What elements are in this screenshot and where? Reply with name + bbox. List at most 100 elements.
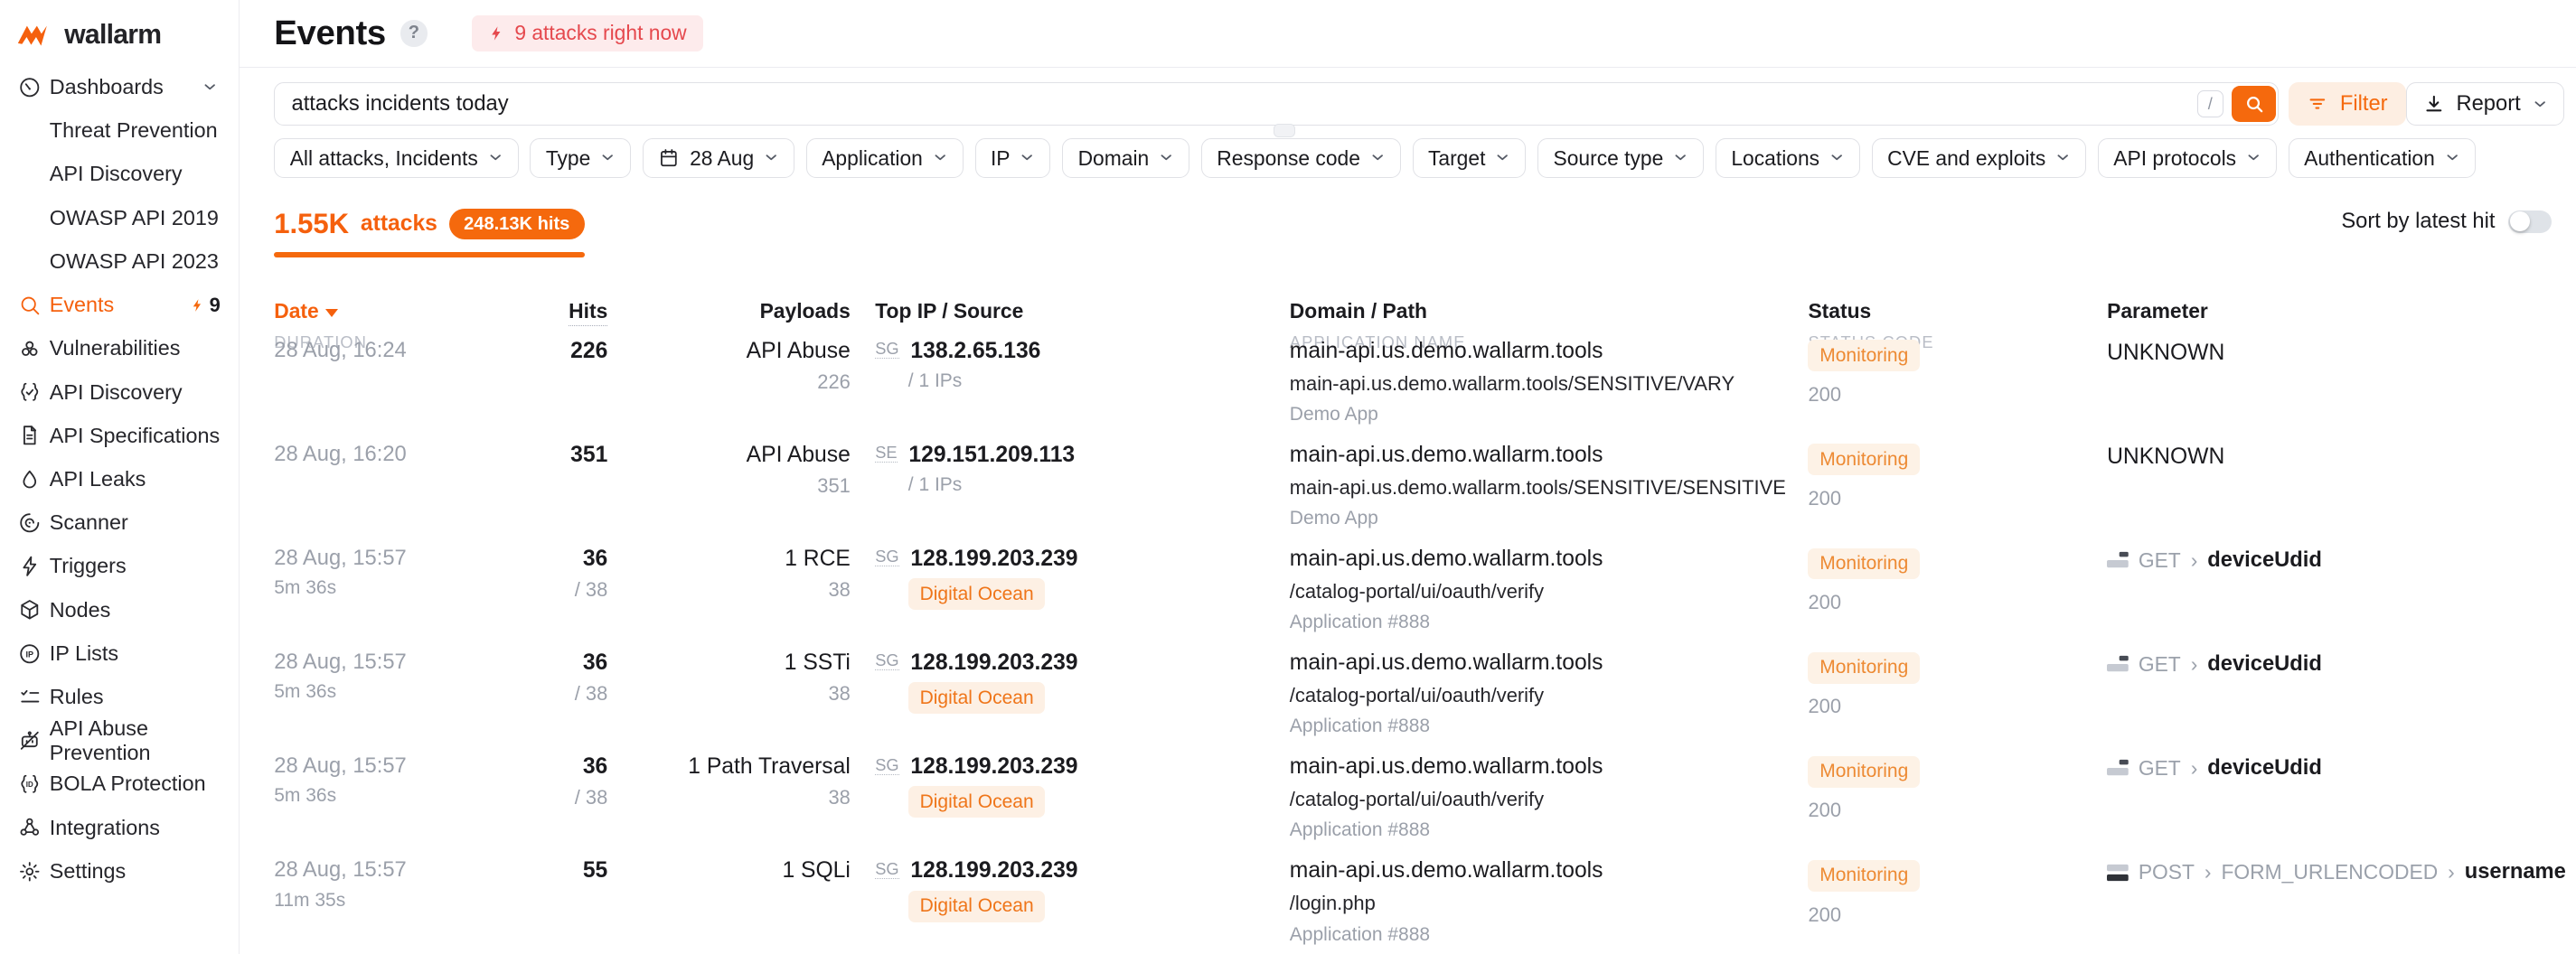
- chevron-right-separator: ›: [2191, 652, 2198, 677]
- source-provider-badge: Digital Ocean: [908, 578, 1046, 610]
- chevron-down-icon: [933, 146, 947, 171]
- ip-count: / 1 IPs: [875, 474, 1075, 496]
- sidebar-item-triggers[interactable]: Triggers: [0, 545, 239, 588]
- chevron-down-icon: [2445, 146, 2459, 171]
- event-date: 28 Aug, 15:57: [274, 754, 407, 779]
- sort-toggle[interactable]: [2508, 210, 2551, 234]
- sidebar-item-settings[interactable]: Settings: [0, 849, 239, 893]
- sidebar-item-dashboards[interactable]: Dashboards: [0, 65, 239, 108]
- bolt-icon: [18, 555, 42, 578]
- column-date[interactable]: Date: [274, 299, 318, 323]
- download-icon: [2423, 93, 2445, 115]
- source-provider-badge: Digital Ocean: [908, 682, 1046, 714]
- page-header: Events ? 9 attacks right now: [240, 0, 2576, 68]
- table-row[interactable]: 28 Aug, 15:57 11m 35s 55 1 SQLi SG128.19…: [240, 858, 2576, 954]
- report-button-label: Report: [2456, 92, 2520, 117]
- status-badge: Monitoring: [1808, 652, 1920, 684]
- event-ip: 128.199.203.239: [910, 547, 1077, 571]
- event-domain: main-api.us.demo.wallarm.tools: [1290, 650, 1603, 676]
- chevron-right-separator: ›: [2191, 756, 2198, 781]
- sidebar: wallarm Dashboards Threat Prevention API…: [0, 0, 240, 954]
- table-row[interactable]: 28 Aug, 16:20 351 API Abuse 351 SE129.15…: [240, 443, 2576, 547]
- sidebar-item-rules[interactable]: Rules: [0, 675, 239, 718]
- event-payload-count: 226: [611, 370, 851, 394]
- table-row[interactable]: 28 Aug, 16:24 226 API Abuse 226 SG138.2.…: [240, 339, 2576, 443]
- chevron-down-icon: [2533, 97, 2547, 111]
- report-button[interactable]: Report: [2406, 82, 2565, 125]
- stats-row: 1.55K attacks 248.13K hits Sort by lates…: [240, 208, 2576, 257]
- param-segment: GET: [2139, 548, 2181, 573]
- param-segment: FORM_URLENCODED: [2221, 860, 2438, 884]
- status-badge: Monitoring: [1808, 548, 1920, 580]
- filter-chip-api-protocols[interactable]: API protocols: [2098, 138, 2277, 178]
- filter-chip-cve-and-exploits[interactable]: CVE and exploits: [1872, 138, 2086, 178]
- toggle-knob: [2510, 211, 2530, 231]
- filter-chip-all-attacks-incidents[interactable]: All attacks, Incidents: [274, 138, 518, 178]
- param-name: deviceUdid: [2207, 756, 2322, 781]
- filter-chip-authentication[interactable]: Authentication: [2289, 138, 2476, 178]
- sidebar-subitem-api-discovery[interactable]: API Discovery: [0, 153, 239, 196]
- filter-chip-response-code[interactable]: Response code: [1201, 138, 1401, 178]
- filter-button-label: Filter: [2340, 92, 2388, 117]
- sidebar-subitem-threat-prevention[interactable]: Threat Prevention: [0, 109, 239, 153]
- sidebar-subitem-owasp-api-2023[interactable]: OWASP API 2023: [0, 239, 239, 283]
- status-code: 200: [1808, 591, 1920, 614]
- event-application: Application #888: [1290, 716, 1603, 737]
- sidebar-item-vulnerabilities[interactable]: Vulnerabilities: [0, 327, 239, 370]
- filter-chip-locations[interactable]: Locations: [1716, 138, 1860, 178]
- event-path: main-api.us.demo.wallarm.tools/SENSITIVE…: [1290, 476, 1786, 500]
- collapse-handle[interactable]: [1274, 124, 1295, 137]
- event-ip: 128.199.203.239: [910, 754, 1077, 779]
- table-row[interactable]: 28 Aug, 15:57 5m 36s 36 / 38 1 RCE 38 SG…: [240, 547, 2576, 650]
- event-hits-total: / 38: [487, 786, 607, 809]
- search-icon: [2244, 94, 2264, 114]
- checklist-icon: [18, 686, 42, 709]
- column-hits[interactable]: Hits: [569, 299, 607, 326]
- sidebar-item-ip-lists[interactable]: IP IP Lists: [0, 631, 239, 675]
- event-hits-total: / 38: [487, 682, 607, 706]
- sort-toggle-group: Sort by latest hit: [2341, 210, 2551, 234]
- sidebar-item-api-leaks[interactable]: API Leaks: [0, 457, 239, 500]
- event-parameter: UNKNOWN: [2107, 341, 2224, 366]
- sidebar-item-api-specifications[interactable]: API Specifications: [0, 414, 239, 457]
- event-payload-count: 38: [611, 682, 851, 706]
- sidebar-item-api-abuse-prevention[interactable]: API Abuse Prevention: [0, 719, 239, 762]
- wallarm-logo-icon: [16, 23, 56, 47]
- attacks-alert-badge[interactable]: 9 attacks right now: [472, 15, 703, 51]
- chevron-right-separator: ›: [2191, 548, 2198, 573]
- status-code: 200: [1808, 799, 1920, 822]
- sidebar-item-nodes[interactable]: Nodes: [0, 588, 239, 631]
- sidebar-item-integrations[interactable]: Integrations: [0, 806, 239, 849]
- attacks-tab[interactable]: 1.55K attacks 248.13K hits: [274, 208, 584, 257]
- help-icon[interactable]: ?: [400, 20, 427, 46]
- filter-chip-domain[interactable]: Domain: [1062, 138, 1189, 178]
- braces-check-icon: [18, 380, 42, 404]
- table-row[interactable]: 28 Aug, 15:57 5m 36s 36 / 38 1 SSTi 38 S…: [240, 650, 2576, 754]
- search-input-wrapper: /: [274, 82, 2279, 125]
- wallarm-logo[interactable]: wallarm: [0, 0, 239, 51]
- filter-chip-target[interactable]: Target: [1413, 138, 1527, 178]
- param-header-icon: [2107, 759, 2129, 777]
- sidebar-item-bola-protection[interactable]: ID BOLA Protection: [0, 762, 239, 806]
- slash-key-hint: /: [2197, 90, 2223, 117]
- filter-chip-type[interactable]: Type: [530, 138, 631, 178]
- sidebar-subitem-owasp-api-2019[interactable]: OWASP API 2019: [0, 196, 239, 239]
- event-ip: 128.199.203.239: [910, 650, 1077, 675]
- sidebar-item-api-discovery[interactable]: API Discovery: [0, 370, 239, 414]
- event-application: Application #888: [1290, 612, 1603, 633]
- search-input[interactable]: [275, 92, 2196, 117]
- active-tab-underline: [274, 252, 584, 257]
- filter-chip-ip[interactable]: IP: [975, 138, 1051, 178]
- filter-chip-28-aug[interactable]: 28 Aug: [643, 138, 794, 178]
- svg-text:IP: IP: [26, 650, 34, 659]
- sidebar-item-scanner[interactable]: Scanner: [0, 501, 239, 545]
- search-button[interactable]: [2232, 86, 2276, 122]
- column-source: Top IP / Source: [875, 299, 1023, 323]
- param-segment: GET: [2139, 756, 2181, 781]
- table-row[interactable]: 28 Aug, 15:57 5m 36s 36 / 38 1 Path Trav…: [240, 754, 2576, 858]
- sidebar-item-events[interactable]: Events 9: [0, 283, 239, 326]
- filter-chip-source-type[interactable]: Source type: [1537, 138, 1704, 178]
- filter-button[interactable]: Filter: [2289, 82, 2405, 125]
- event-date: 28 Aug, 16:24: [274, 339, 407, 363]
- filter-chip-application[interactable]: Application: [806, 138, 964, 178]
